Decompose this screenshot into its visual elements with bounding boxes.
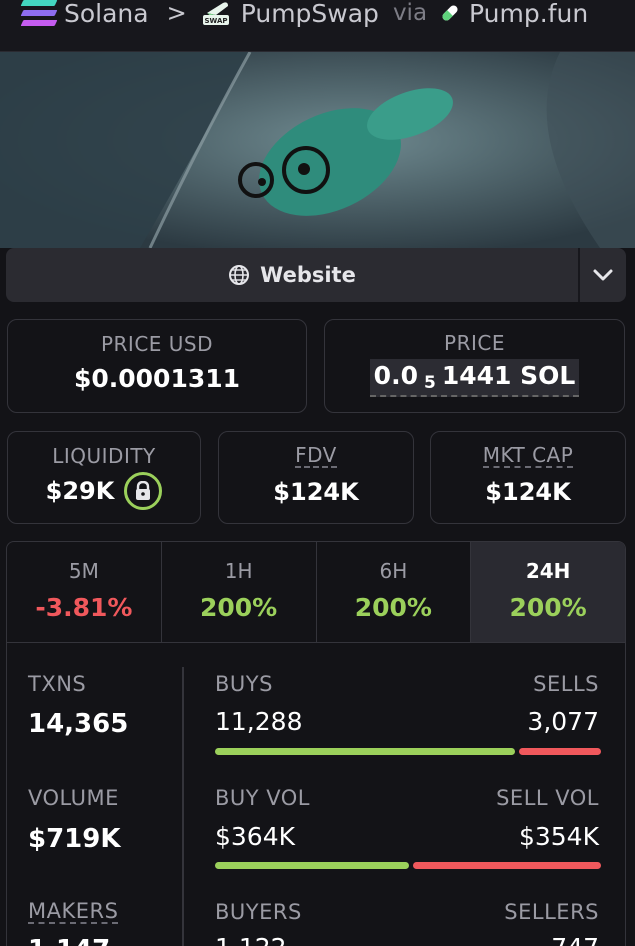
sell-vol-bar xyxy=(413,862,601,869)
tab-label: 5M xyxy=(68,559,99,583)
buyers-label: BUYERS xyxy=(215,900,302,924)
tab-change-value: 200% xyxy=(354,593,432,622)
volume-value: $719K xyxy=(28,824,121,854)
sell-vol-value: $354K xyxy=(518,822,599,851)
chevron-right-icon: > xyxy=(166,0,187,27)
liquidity-value: $29K xyxy=(45,477,115,505)
txns-label: TXNS xyxy=(28,672,87,696)
tab-change-value: -3.81% xyxy=(35,593,133,622)
solana-logo-icon xyxy=(20,0,58,26)
pumpswap-logo-icon: SWAP xyxy=(201,0,231,27)
buy-vol-bar xyxy=(215,862,409,869)
price-unit: SOL xyxy=(520,361,576,390)
tab-24h[interactable]: 24H 200% xyxy=(471,542,625,642)
makers-label[interactable]: MAKERS xyxy=(28,900,119,924)
lock-icon[interactable] xyxy=(124,472,163,510)
sell-vol-label: SELL VOL xyxy=(496,786,599,810)
tab-1h[interactable]: 1H 200% xyxy=(162,542,317,642)
price-zero-count: 5 xyxy=(423,373,436,393)
price-digits: 1441 xyxy=(441,361,512,390)
makers-value: 1,147 xyxy=(28,935,110,946)
buys-value: 11,288 xyxy=(215,707,303,736)
breadcrumb-chain[interactable]: Solana xyxy=(64,0,149,28)
website-button-group: Website xyxy=(6,248,626,302)
fdv-box: FDV $124K xyxy=(218,431,414,524)
tab-label: 24H xyxy=(525,559,571,583)
sellers-label: SELLERS xyxy=(504,900,599,924)
website-label: Website xyxy=(260,263,356,287)
liquidity-box: LIQUIDITY $29K xyxy=(7,431,201,524)
timeframe-tabs: 5M -3.81% 1H 200% 6H 200% 24H 200% xyxy=(6,541,626,642)
buy-vol-label: BUY VOL xyxy=(215,786,311,810)
liquidity-label: LIQUIDITY xyxy=(52,444,156,468)
volume-label: VOLUME xyxy=(28,786,119,810)
price-prefix: 0.0 xyxy=(373,361,418,390)
globe-icon xyxy=(229,265,250,285)
chevron-down-icon xyxy=(593,269,613,281)
sells-label: SELLS xyxy=(533,672,599,696)
tab-6h[interactable]: 6H 200% xyxy=(317,542,472,642)
price-usd-value: $0.0001311 xyxy=(73,364,241,393)
stats-divider xyxy=(182,667,184,946)
tab-change-value: 200% xyxy=(200,593,278,622)
mkt-cap-label[interactable]: MKT CAP xyxy=(482,444,574,468)
price-usd-label: PRICE USD xyxy=(100,332,214,356)
price-sol-label: PRICE xyxy=(444,331,505,355)
breadcrumb-source[interactable]: Pump.fun xyxy=(469,0,588,28)
sells-bar xyxy=(519,748,601,755)
trade-stats-panel: TXNS 14,365 BUYS 11,288 SELLS 3,077 VOLU… xyxy=(6,642,626,946)
buy-vol-value: $364K xyxy=(215,822,296,851)
sells-value: 3,077 xyxy=(527,707,599,736)
tab-label: 6H xyxy=(379,559,408,583)
fdv-label[interactable]: FDV xyxy=(295,444,337,468)
price-sol-box: PRICE 0.0 5 1441 SOL xyxy=(324,319,625,413)
tab-label: 1H xyxy=(224,559,253,583)
pill-icon xyxy=(442,5,458,21)
sellers-value: 747 xyxy=(551,933,599,946)
mkt-cap-box: MKT CAP $124K xyxy=(430,431,626,524)
txns-value: 14,365 xyxy=(28,709,129,739)
token-banner-image xyxy=(0,52,635,248)
mkt-cap-value: $124K xyxy=(485,478,571,506)
price-usd-box: PRICE USD $0.0001311 xyxy=(7,319,307,413)
breadcrumb-header: Solana > SWAP PumpSwap via Pump.fun xyxy=(0,0,635,52)
breadcrumb-dex[interactable]: PumpSwap xyxy=(241,0,379,28)
buyers-value: 1,122 xyxy=(215,933,287,946)
breadcrumb-via: via xyxy=(392,0,428,26)
tab-5m[interactable]: 5M -3.81% xyxy=(7,542,162,642)
buys-bar xyxy=(215,748,515,755)
website-dropdown-toggle[interactable] xyxy=(578,248,626,302)
tab-change-value: 200% xyxy=(509,593,587,622)
website-button[interactable]: Website xyxy=(6,248,578,302)
price-sol-value[interactable]: 0.0 5 1441 SOL xyxy=(369,359,580,397)
swap-badge-text: SWAP xyxy=(204,17,227,25)
fdv-value: $124K xyxy=(273,478,359,506)
buys-label: BUYS xyxy=(215,672,273,696)
breadcrumb: Solana > SWAP PumpSwap via Pump.fun xyxy=(20,0,588,28)
